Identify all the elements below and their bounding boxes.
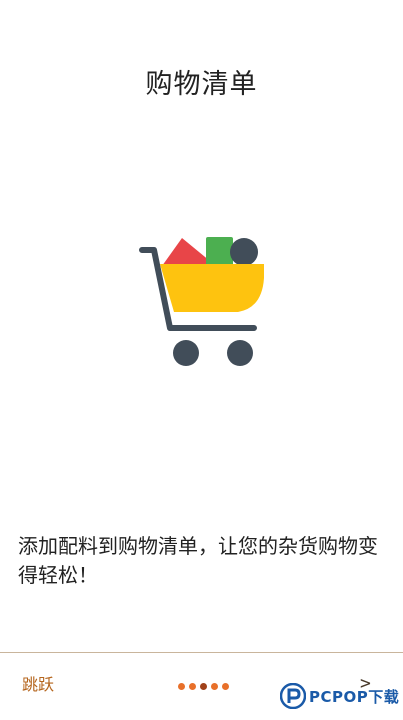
cart-basket (160, 264, 264, 312)
pcpop-logo-icon (280, 683, 306, 709)
watermark: PCPOP下载 (280, 683, 399, 709)
next-button[interactable]: > (360, 673, 371, 694)
cart-item-dark (230, 238, 258, 266)
page-dot-3 (200, 683, 207, 690)
watermark-text: PCPOP下载 (309, 687, 400, 706)
page-dot-1 (178, 683, 185, 690)
page-title: 购物清单 (145, 69, 258, 100)
page-dot-2 (189, 683, 196, 690)
cart-wheel-left (173, 340, 199, 366)
skip-button[interactable]: 跳跃 (22, 671, 54, 695)
shopping-cart-icon (139, 237, 264, 366)
cart-wheel-right (227, 340, 253, 366)
footer-divider (0, 652, 403, 653)
onboarding-description: 添加配料到购物清单，让您的杂货购物变得轻松！ (18, 534, 378, 587)
page-indicator (178, 683, 229, 690)
page-dot-4 (211, 683, 218, 690)
page-dot-5 (222, 683, 229, 690)
